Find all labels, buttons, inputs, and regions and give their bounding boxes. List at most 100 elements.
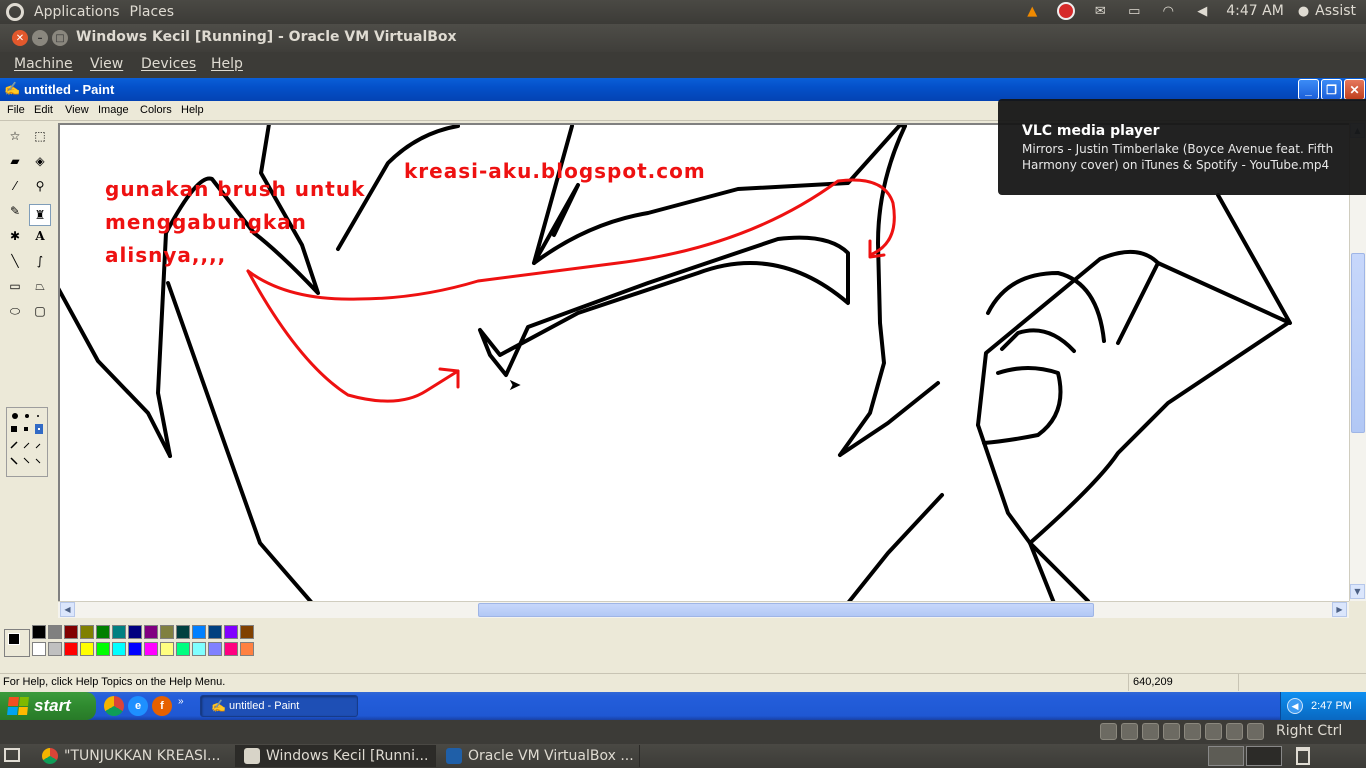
close-icon[interactable]: ✕ bbox=[12, 30, 28, 46]
restore-icon[interactable]: ❐ bbox=[1321, 79, 1342, 100]
current-colors[interactable] bbox=[4, 629, 30, 657]
color-swatch[interactable] bbox=[208, 642, 222, 656]
maximize-icon[interactable]: □ bbox=[52, 30, 68, 46]
color-swatch[interactable] bbox=[32, 642, 46, 656]
hard-disk-icon[interactable] bbox=[1100, 723, 1117, 740]
menu-machine[interactable]: Machine bbox=[14, 56, 73, 72]
ubuntu-logo-icon[interactable] bbox=[6, 3, 24, 21]
color-swatch[interactable] bbox=[112, 642, 126, 656]
mail-icon[interactable]: ✉ bbox=[1090, 2, 1110, 20]
brush-shape-options[interactable] bbox=[7, 408, 47, 476]
rect-select-icon[interactable]: ⬚ bbox=[29, 125, 51, 147]
battery-icon[interactable]: ▭ bbox=[1124, 2, 1144, 20]
vertical-scroll-thumb[interactable] bbox=[1351, 253, 1365, 433]
color-swatch[interactable] bbox=[80, 625, 94, 639]
brush-options[interactable] bbox=[6, 407, 48, 477]
color-picker-icon[interactable]: ⁄ bbox=[4, 175, 26, 197]
places-menu[interactable]: Places bbox=[130, 4, 175, 20]
color-swatch[interactable] bbox=[128, 625, 142, 639]
scroll-left-icon[interactable]: ◀ bbox=[60, 602, 75, 617]
vlc-notification[interactable]: VLC media player Mirrors - Justin Timber… bbox=[998, 99, 1366, 195]
show-hidden-icons-icon[interactable]: ◀ bbox=[1287, 698, 1303, 714]
color-swatch[interactable] bbox=[240, 642, 254, 656]
color-swatch[interactable] bbox=[192, 642, 206, 656]
color-swatch[interactable] bbox=[176, 625, 190, 639]
paint-menu-file[interactable]: File bbox=[7, 104, 25, 116]
color-swatch[interactable] bbox=[48, 642, 62, 656]
stop-sign-icon[interactable] bbox=[1056, 2, 1076, 20]
paint-menu-help[interactable]: Help bbox=[181, 104, 204, 116]
minimize-icon[interactable]: _ bbox=[1298, 79, 1319, 100]
magnifier-icon[interactable]: ⚲ bbox=[29, 175, 51, 197]
quick-launch-expand-icon[interactable]: » bbox=[178, 696, 184, 716]
color-swatch[interactable] bbox=[64, 625, 78, 639]
workspace-switcher-1[interactable] bbox=[1208, 746, 1244, 766]
color-swatch[interactable] bbox=[96, 625, 110, 639]
internet-explorer-icon[interactable]: e bbox=[128, 696, 148, 716]
color-swatch[interactable] bbox=[224, 625, 238, 639]
shared-folder-icon[interactable] bbox=[1163, 723, 1180, 740]
show-desktop-icon[interactable] bbox=[4, 748, 20, 762]
color-swatch[interactable] bbox=[96, 642, 110, 656]
color-swatch[interactable] bbox=[208, 625, 222, 639]
color-swatch[interactable] bbox=[128, 642, 142, 656]
color-swatch[interactable] bbox=[64, 642, 78, 656]
bottom-task-chrome[interactable]: "TUNJUKKAN KREASI... bbox=[34, 745, 236, 767]
bottom-task-vbox-manager[interactable]: Oracle VM VirtualBox ... bbox=[438, 745, 640, 767]
scroll-down-icon[interactable]: ▼ bbox=[1350, 584, 1365, 599]
color-swatch[interactable] bbox=[240, 625, 254, 639]
recording-icon[interactable] bbox=[1226, 723, 1243, 740]
applications-menu[interactable]: Applications bbox=[34, 4, 120, 20]
airbrush-icon[interactable]: ✱ bbox=[4, 225, 26, 247]
line-icon[interactable]: ╲ bbox=[4, 250, 26, 272]
menu-help[interactable]: Help bbox=[211, 56, 243, 72]
eraser-icon[interactable]: ▰ bbox=[4, 150, 26, 172]
text-icon[interactable]: A bbox=[29, 225, 51, 247]
ellipse-icon[interactable]: ⬭ bbox=[4, 300, 26, 322]
vlc-cone-icon[interactable]: ▲ bbox=[1022, 2, 1042, 20]
workspace-switcher-2[interactable] bbox=[1246, 746, 1282, 766]
paint-menu-image[interactable]: Image bbox=[98, 104, 129, 116]
bottom-task-vm[interactable]: Windows Kecil [Runni... bbox=[236, 745, 436, 767]
color-swatch[interactable] bbox=[144, 625, 158, 639]
xp-clock[interactable]: 2:47 PM bbox=[1311, 700, 1352, 712]
foreground-color[interactable] bbox=[8, 633, 20, 645]
color-swatch[interactable] bbox=[144, 642, 158, 656]
usb-icon[interactable] bbox=[1142, 723, 1159, 740]
color-swatch[interactable] bbox=[176, 642, 190, 656]
menu-devices[interactable]: Devices bbox=[141, 56, 196, 72]
display-icon[interactable] bbox=[1205, 723, 1222, 740]
chrome-icon[interactable] bbox=[104, 696, 124, 716]
wifi-icon[interactable]: ◠ bbox=[1158, 2, 1178, 20]
color-swatch[interactable] bbox=[160, 625, 174, 639]
fill-icon[interactable]: ◈ bbox=[29, 150, 51, 172]
start-button[interactable]: start bbox=[0, 692, 96, 720]
color-swatch[interactable] bbox=[48, 625, 62, 639]
menu-view[interactable]: View bbox=[90, 56, 123, 72]
horizontal-scroll-thumb[interactable] bbox=[478, 603, 1094, 617]
color-swatch[interactable] bbox=[224, 642, 238, 656]
rounded-rect-icon[interactable]: ▢ bbox=[29, 300, 51, 322]
color-swatch[interactable] bbox=[192, 625, 206, 639]
user-name[interactable]: Assist bbox=[1315, 3, 1356, 19]
color-swatch[interactable] bbox=[112, 625, 126, 639]
color-swatch[interactable] bbox=[32, 625, 46, 639]
paint-menu-edit[interactable]: Edit bbox=[34, 104, 53, 116]
firefox-icon[interactable]: f bbox=[152, 696, 172, 716]
color-swatch[interactable] bbox=[80, 642, 94, 656]
color-swatch[interactable] bbox=[160, 642, 174, 656]
paint-menu-colors[interactable]: Colors bbox=[140, 104, 172, 116]
close-icon[interactable]: ✕ bbox=[1344, 79, 1365, 100]
optical-drive-icon[interactable] bbox=[1121, 723, 1138, 740]
brush-icon[interactable]: ♜ bbox=[29, 204, 51, 226]
paint-menu-view[interactable]: View bbox=[65, 104, 89, 116]
volume-icon[interactable]: ◀ bbox=[1192, 2, 1212, 20]
top-panel-clock[interactable]: 4:47 AM bbox=[1226, 3, 1284, 19]
scroll-right-icon[interactable]: ▶ bbox=[1332, 602, 1347, 617]
pencil-icon[interactable]: ✎ bbox=[4, 200, 26, 222]
horizontal-scrollbar[interactable]: ◀ ▶ bbox=[58, 601, 1349, 618]
curve-icon[interactable]: ∫ bbox=[29, 250, 51, 272]
mouse-integration-icon[interactable] bbox=[1247, 723, 1264, 740]
rectangle-icon[interactable]: ▭ bbox=[4, 275, 26, 297]
network-icon[interactable] bbox=[1184, 723, 1201, 740]
